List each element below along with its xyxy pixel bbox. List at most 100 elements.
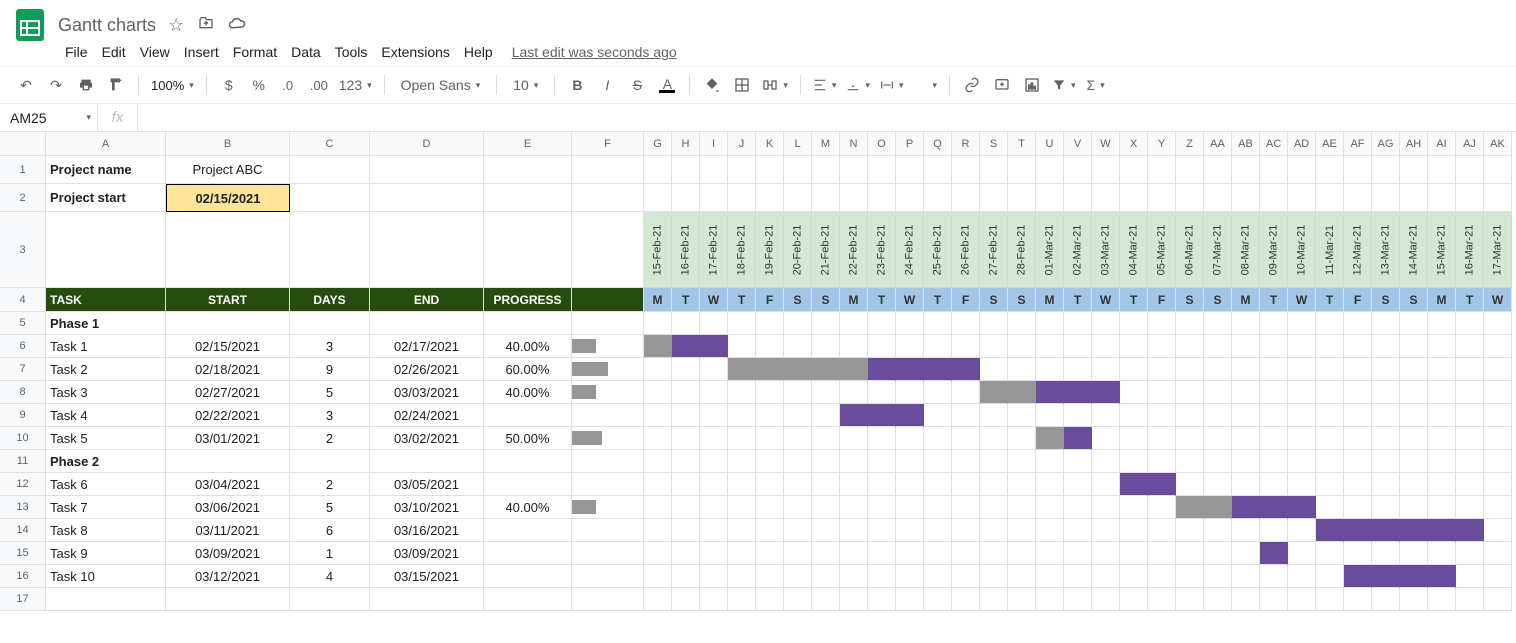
cell[interactable] xyxy=(644,427,672,450)
cell[interactable]: Project ABC xyxy=(166,156,290,184)
cell[interactable] xyxy=(1064,184,1092,212)
cell[interactable] xyxy=(980,404,1008,427)
cell[interactable] xyxy=(1428,473,1456,496)
cell[interactable] xyxy=(1456,156,1484,184)
cell[interactable] xyxy=(952,184,980,212)
cell[interactable]: 12-Mar-21 xyxy=(1344,212,1372,288)
cell[interactable] xyxy=(840,588,868,611)
cell[interactable] xyxy=(1344,588,1372,611)
cell[interactable] xyxy=(1288,473,1316,496)
cell[interactable] xyxy=(1148,156,1176,184)
cell[interactable] xyxy=(728,565,756,588)
cell[interactable] xyxy=(756,450,784,473)
cell[interactable]: M xyxy=(1232,288,1260,312)
cell[interactable] xyxy=(644,519,672,542)
col-header-D[interactable]: D xyxy=(370,132,484,156)
cell[interactable] xyxy=(1036,335,1064,358)
cell[interactable] xyxy=(1092,450,1120,473)
cell[interactable] xyxy=(1232,427,1260,450)
cell[interactable] xyxy=(868,312,896,335)
cell[interactable] xyxy=(868,381,896,404)
cell[interactable] xyxy=(924,404,952,427)
cell[interactable] xyxy=(1456,335,1484,358)
cell[interactable] xyxy=(644,358,672,381)
cell[interactable] xyxy=(1428,588,1456,611)
cell[interactable] xyxy=(1008,519,1036,542)
cell[interactable] xyxy=(1456,473,1484,496)
cell[interactable] xyxy=(572,404,644,427)
cell[interactable] xyxy=(572,588,644,611)
cell[interactable] xyxy=(1064,427,1092,450)
row-header-8[interactable]: 8 xyxy=(0,381,46,404)
cell[interactable] xyxy=(1316,565,1344,588)
cell[interactable] xyxy=(1316,404,1344,427)
cell[interactable] xyxy=(756,358,784,381)
cell[interactable] xyxy=(728,450,756,473)
cell[interactable] xyxy=(672,358,700,381)
cell[interactable]: W xyxy=(896,288,924,312)
cell[interactable] xyxy=(1400,427,1428,450)
cell[interactable]: 28-Feb-21 xyxy=(1008,212,1036,288)
cell[interactable] xyxy=(572,473,644,496)
cell[interactable]: 10-Mar-21 xyxy=(1288,212,1316,288)
cell[interactable] xyxy=(1400,588,1428,611)
cell[interactable] xyxy=(700,473,728,496)
cell[interactable]: 03/11/2021 xyxy=(166,519,290,542)
cell[interactable] xyxy=(1008,156,1036,184)
cell[interactable]: 05-Mar-21 xyxy=(1148,212,1176,288)
cell[interactable] xyxy=(952,588,980,611)
cell[interactable]: 14-Mar-21 xyxy=(1400,212,1428,288)
col-header-B[interactable]: B xyxy=(166,132,290,156)
cell[interactable] xyxy=(1064,450,1092,473)
cell[interactable] xyxy=(1316,184,1344,212)
cell[interactable] xyxy=(896,565,924,588)
row-header-1[interactable]: 1 xyxy=(0,156,46,184)
cell[interactable] xyxy=(1260,427,1288,450)
cell[interactable] xyxy=(784,312,812,335)
cell[interactable] xyxy=(1372,450,1400,473)
cell[interactable] xyxy=(728,496,756,519)
cell[interactable] xyxy=(1288,565,1316,588)
cell[interactable] xyxy=(1176,450,1204,473)
cell[interactable] xyxy=(672,404,700,427)
formula-input[interactable] xyxy=(138,104,1516,131)
cell[interactable]: W xyxy=(1288,288,1316,312)
cell[interactable] xyxy=(1092,542,1120,565)
cell[interactable]: Task 10 xyxy=(46,565,166,588)
cell[interactable]: 03/05/2021 xyxy=(370,473,484,496)
cell[interactable] xyxy=(756,312,784,335)
cell[interactable]: START xyxy=(166,288,290,312)
cell[interactable]: 22-Feb-21 xyxy=(840,212,868,288)
cell[interactable] xyxy=(644,184,672,212)
cell[interactable] xyxy=(1064,473,1092,496)
cell[interactable] xyxy=(1484,565,1512,588)
cell[interactable] xyxy=(1372,427,1400,450)
cell[interactable] xyxy=(484,184,572,212)
cell[interactable] xyxy=(644,156,672,184)
cell[interactable] xyxy=(1008,450,1036,473)
cell[interactable] xyxy=(1484,335,1512,358)
cell[interactable] xyxy=(1316,427,1344,450)
cell[interactable] xyxy=(756,404,784,427)
col-header-Q[interactable]: Q xyxy=(924,132,952,156)
cell[interactable] xyxy=(1288,358,1316,381)
cell[interactable] xyxy=(1456,496,1484,519)
cell[interactable] xyxy=(812,519,840,542)
cell[interactable] xyxy=(1400,450,1428,473)
cell[interactable] xyxy=(952,404,980,427)
cell[interactable] xyxy=(1120,565,1148,588)
zoom-dropdown[interactable]: 100% xyxy=(147,71,198,99)
cell[interactable] xyxy=(1204,381,1232,404)
cell[interactable] xyxy=(672,335,700,358)
cell[interactable] xyxy=(672,427,700,450)
cell[interactable]: 02-Mar-21 xyxy=(1064,212,1092,288)
cell[interactable] xyxy=(1316,519,1344,542)
cell[interactable] xyxy=(1092,473,1120,496)
cell[interactable] xyxy=(672,473,700,496)
cell[interactable] xyxy=(1288,312,1316,335)
cell[interactable] xyxy=(1400,312,1428,335)
cell[interactable] xyxy=(728,473,756,496)
cell[interactable]: S xyxy=(1008,288,1036,312)
cell[interactable]: S xyxy=(980,288,1008,312)
cell[interactable] xyxy=(952,312,980,335)
